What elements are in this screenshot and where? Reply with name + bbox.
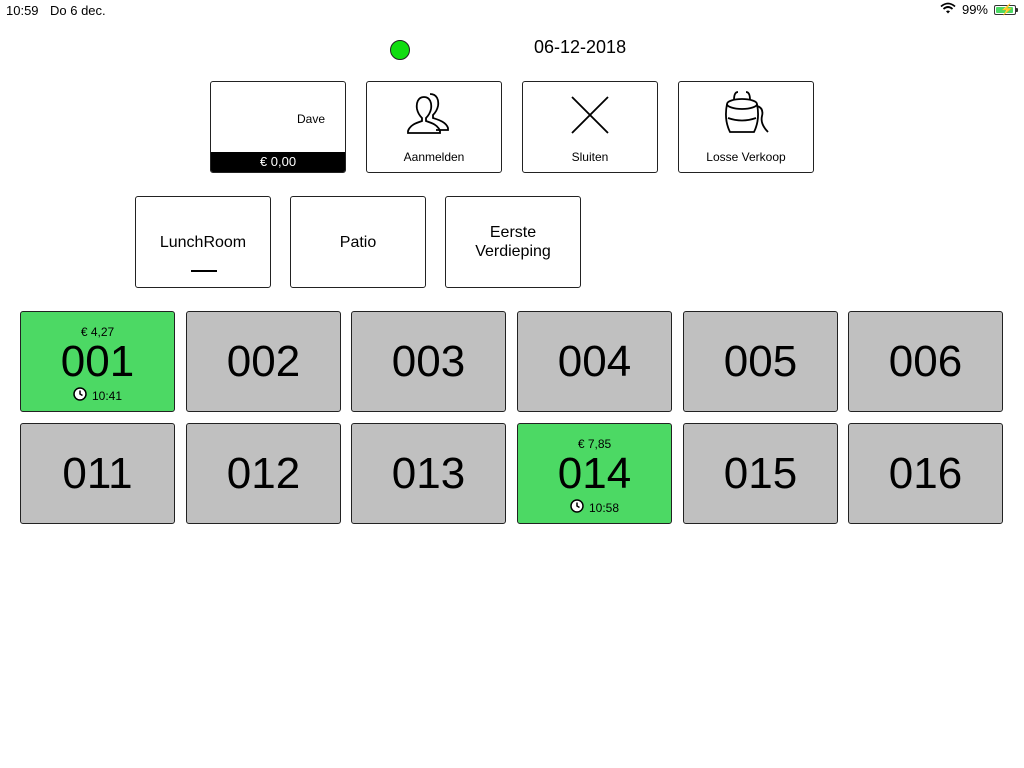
connection-status-indicator (390, 40, 410, 60)
table-number: 004 (557, 336, 632, 386)
status-time: 10:59 (6, 3, 39, 18)
table-016[interactable]: 016 (848, 423, 1003, 524)
table-001[interactable]: 001 € 4,27 10:41 (20, 311, 175, 412)
table-011[interactable]: 011 (20, 423, 175, 524)
clock-icon (73, 387, 87, 404)
user-balance: € 0,00 (211, 152, 345, 172)
table-number: 011 (62, 448, 133, 498)
table-number: 002 (226, 336, 301, 386)
table-number: 013 (391, 448, 466, 498)
status-bar: 10:59 Do 6 dec. 99% ⚡ (0, 0, 1024, 20)
selected-room-indicator (191, 270, 217, 272)
battery-icon: ⚡ (994, 3, 1018, 16)
header-date: 06-12-2018 (534, 37, 627, 57)
table-002[interactable]: 002 (186, 311, 341, 412)
login-button[interactable]: Aanmelden (366, 81, 502, 173)
room-tab-eerste-verdieping[interactable]: Eerste Verdieping (445, 196, 581, 288)
table-time-text: 10:41 (91, 388, 123, 403)
table-015[interactable]: 015 (683, 423, 838, 524)
bag-icon (718, 88, 774, 145)
room-tab-patio[interactable]: Patio (290, 196, 426, 288)
table-number: 005 (723, 336, 798, 386)
close-button[interactable]: Sluiten (522, 81, 658, 173)
user-name: Dave (296, 112, 325, 126)
table-open-time: 10:41 (21, 387, 174, 404)
table-amount: € 4,27 (80, 325, 115, 339)
clock-icon (570, 499, 584, 516)
table-number: 006 (888, 336, 963, 386)
pos-screen: 10:59 Do 6 dec. 99% ⚡ 06-12-2018 Dave € … (0, 0, 1024, 768)
table-number: 015 (723, 448, 798, 498)
table-number: 001 (60, 336, 135, 386)
table-number: 014 (557, 448, 632, 498)
loose-sale-button-label: Losse Verkoop (706, 150, 786, 164)
wifi-icon (940, 2, 956, 17)
status-indicators: 99% ⚡ (940, 2, 1018, 17)
login-button-label: Aanmelden (403, 150, 465, 164)
close-icon (569, 94, 611, 141)
loose-sale-button[interactable]: Losse Verkoop (678, 81, 814, 173)
user-panel[interactable]: Dave € 0,00 (210, 81, 346, 173)
room-tab-label: LunchRoom (159, 233, 247, 251)
users-icon (406, 88, 462, 141)
table-005[interactable]: 005 (683, 311, 838, 412)
status-date: Do 6 dec. (50, 3, 106, 18)
table-number: 012 (226, 448, 301, 498)
battery-percentage: 99% (961, 2, 988, 17)
table-013[interactable]: 013 (351, 423, 506, 524)
table-003[interactable]: 003 (351, 311, 506, 412)
table-012[interactable]: 012 (186, 423, 341, 524)
room-tab-label: Patio (339, 233, 377, 251)
table-004[interactable]: 004 (517, 311, 672, 412)
table-open-time: 10:58 (518, 499, 671, 516)
table-006[interactable]: 006 (848, 311, 1003, 412)
room-tab-label: Eerste Verdieping (475, 224, 551, 260)
table-time-text: 10:58 (588, 500, 620, 515)
table-014[interactable]: 014 € 7,85 10:58 (517, 423, 672, 524)
table-number: 016 (888, 448, 963, 498)
table-number: 003 (391, 336, 466, 386)
close-button-label: Sluiten (571, 150, 609, 164)
charging-icon: ⚡ (1000, 3, 1014, 16)
table-amount: € 7,85 (577, 437, 612, 451)
room-tab-lunchroom[interactable]: LunchRoom (135, 196, 271, 288)
